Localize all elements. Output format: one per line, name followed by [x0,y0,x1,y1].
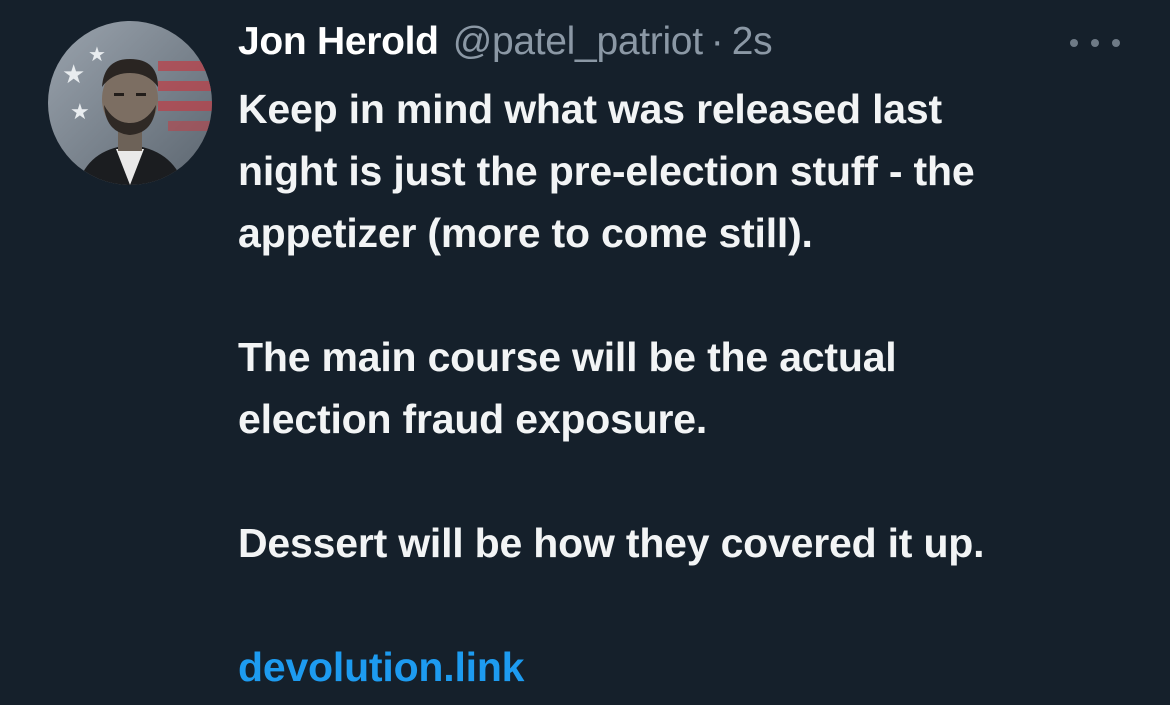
text-line: Keep in mind what was released last [238,86,942,132]
text-line: Dessert will be how they covered it up. [238,520,985,566]
author-handle[interactable]: @patel_patriot [453,20,703,64]
text-line: appetizer (more to come still). [238,210,813,256]
more-options-icon[interactable] [1070,28,1120,58]
timestamp[interactable]: 2s [732,20,773,64]
svg-text:★: ★ [70,100,90,125]
tweet[interactable]: ★ ★ ★ Jon Herold @patel_patriot · 2s Kee… [0,0,1170,705]
more-dot [1070,39,1078,47]
tweet-text: Keep in mind what was released last nigh… [238,78,1148,698]
avatar[interactable]: ★ ★ ★ [48,21,212,185]
tweet-link[interactable]: devolution.link [238,644,524,690]
tweet-header: Jon Herold @patel_patriot · 2s [238,20,773,70]
author-name[interactable]: Jon Herold [238,20,439,64]
more-dot [1091,39,1099,47]
text-line: election fraud exposure. [238,396,708,442]
text-line: The main course will be the actual [238,334,897,380]
avatar-image: ★ ★ ★ [48,21,212,185]
svg-text:★: ★ [62,60,85,90]
svg-text:★: ★ [88,42,106,66]
header-separator: · [710,20,724,63]
text-line: night is just the pre-election stuff - t… [238,148,975,194]
more-dot [1112,39,1120,47]
